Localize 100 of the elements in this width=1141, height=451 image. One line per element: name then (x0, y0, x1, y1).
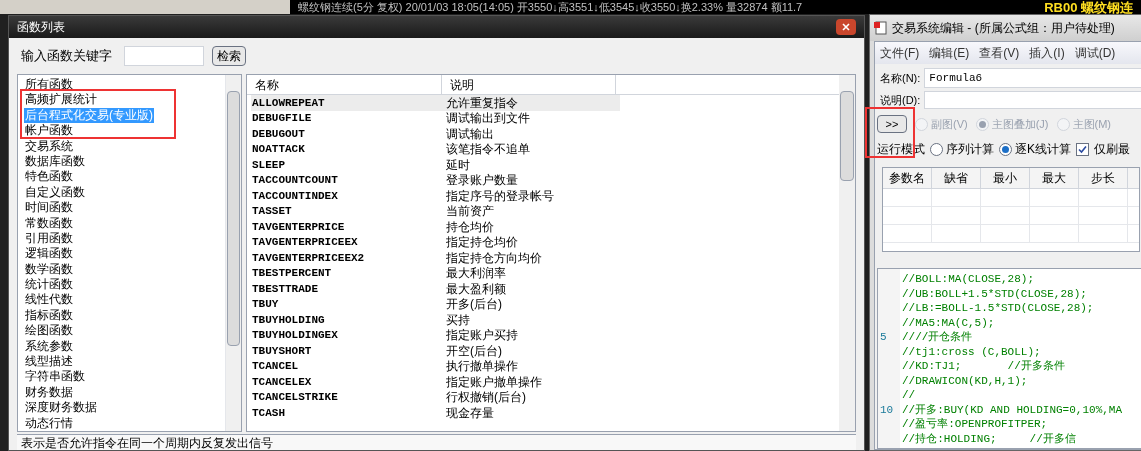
function-name: TCANCEL (251, 359, 300, 374)
category-item[interactable]: 线型描述 (24, 354, 74, 370)
radio-button[interactable] (930, 142, 943, 156)
category-item[interactable]: 数据库函数 (24, 153, 86, 170)
close-icon (842, 23, 850, 31)
function-description: 持仓均价 (446, 218, 494, 236)
function-name: TCANCELEX (251, 374, 313, 390)
column-header[interactable]: 参数名 (883, 168, 932, 188)
function-row[interactable]: TAVGENTERPRICEEX2 指定持仓方向均价 (251, 250, 620, 266)
function-description: 调试输出到文件 (446, 110, 530, 128)
function-name: TBUYHOLDINGEX (251, 328, 339, 343)
function-row[interactable]: ALLOWREPEAT 允许重复指令 (251, 95, 620, 111)
function-name: DEBUGOUT (251, 126, 306, 142)
scrollbar[interactable] (839, 75, 855, 431)
column-header[interactable]: 步长 (1079, 168, 1128, 188)
category-item[interactable]: 财务数据 (24, 384, 74, 401)
symbol-text: RB00 螺纹钢连 (1044, 0, 1133, 14)
function-row[interactable]: TCANCELEX 指定账户撤单操作 (251, 374, 620, 390)
code-line: //tj1:cross (C,BOLL); (902, 344, 1042, 359)
category-item[interactable]: 高频扩展统计 (24, 92, 98, 108)
function-row[interactable]: TBUY 开多(后台) (251, 296, 620, 312)
category-item[interactable]: 动态行情 (24, 415, 74, 431)
code-editor[interactable] (877, 268, 1141, 449)
function-row[interactable]: TBUYHOLDING 买持 (251, 312, 620, 328)
scrollbar[interactable] (225, 75, 241, 431)
column-header[interactable]: 名称 (247, 75, 442, 94)
category-item[interactable]: 逻辑函数 (24, 246, 74, 262)
menu-item[interactable]: 编辑(E) (929, 44, 970, 62)
category-item[interactable]: 常数函数 (24, 215, 74, 231)
expand-button[interactable]: >> (877, 115, 907, 133)
quote-text: 螺纹钢连续(5分 复权) 20/01/03 18:05(14:05) 开3550↓高3551↓低3545↓收3550↓换2.33% 量32874 额11.7 (298, 1, 803, 13)
description-field[interactable] (924, 91, 1141, 109)
name-label: 名称(N): (880, 70, 921, 86)
menu-item[interactable]: 调试(D) (1074, 44, 1116, 62)
category-item[interactable]: 帐户函数 (24, 123, 74, 139)
function-row[interactable]: TACCOUNTCOUNT 登录账户数量 (251, 172, 620, 188)
category-item[interactable]: 引用函数 (24, 230, 74, 247)
document-icon (874, 21, 888, 35)
function-row[interactable]: TACCOUNTINDEX 指定序号的登录帐号 (251, 188, 620, 204)
menu-item[interactable]: 插入(I) (1029, 44, 1065, 62)
radio-button[interactable] (999, 142, 1012, 156)
function-row[interactable]: NOATTACK 该笔指令不追单 (251, 141, 620, 157)
function-row[interactable]: TAVGENTERPRICE 持仓均价 (251, 219, 620, 235)
function-description: 最大利润率 (446, 265, 506, 283)
category-item[interactable]: 数学函数 (24, 261, 74, 278)
function-name: TAVGENTERPRICEEX2 (251, 250, 366, 266)
line-number: 5 (879, 330, 888, 345)
category-item[interactable]: 系统参数 (24, 338, 74, 355)
function-description: 指定账户买持 (446, 327, 518, 345)
function-row[interactable]: DEBUGOUT 调试输出 (251, 126, 620, 142)
column-header[interactable]: 说明 (442, 75, 616, 94)
function-name: TACCOUNTINDEX (251, 188, 339, 204)
function-name: TBUYSHORT (251, 343, 313, 359)
function-name: TAVGENTERPRICEEX (251, 235, 359, 250)
category-item[interactable]: 特色函数 (24, 169, 74, 185)
function-description: 允许重复指令 (446, 94, 518, 112)
function-row[interactable]: TASSET 当前资产 (251, 203, 620, 219)
search-field[interactable] (124, 46, 204, 66)
category-item[interactable]: 绘图函数 (24, 323, 74, 339)
function-name: SLEEP (251, 157, 286, 173)
code-line: //DRAWICON(KD,H,1); (902, 373, 1029, 388)
menu-item[interactable]: 文件(F) (880, 44, 920, 62)
search-label: 输入函数关键字 (21, 47, 112, 66)
function-name: TCANCELSTRIKE (251, 390, 339, 405)
category-item[interactable]: 自定义函数 (24, 184, 86, 201)
function-description: 指定序号的登录帐号 (446, 187, 554, 205)
function-row[interactable]: TBESTPERCENT 最大利润率 (251, 265, 620, 281)
category-item[interactable]: 线性代数 (24, 292, 74, 308)
category-item[interactable]: 交易系统 (24, 138, 74, 154)
category-item[interactable]: 时间函数 (24, 200, 74, 216)
function-row[interactable]: SLEEP 延时 (251, 157, 620, 173)
close-button[interactable] (836, 19, 856, 35)
search-button[interactable]: 检索 (212, 46, 246, 66)
checkbox[interactable] (1076, 142, 1089, 156)
category-item[interactable]: 深度财务数据 (24, 400, 98, 416)
function-name: TASSET (251, 204, 293, 219)
function-row[interactable]: TCANCELSTRIKE 行权撤销(后台) (251, 389, 620, 405)
column-header[interactable]: 最小 (981, 168, 1030, 188)
function-name: NOATTACK (251, 142, 306, 157)
category-item[interactable]: 统计函数 (24, 277, 74, 293)
code-line: //UB:BOLL+1.5*STD(CLOSE,28); (902, 286, 1088, 301)
category-item[interactable]: 指标函数 (24, 307, 74, 324)
column-header[interactable]: 最大 (1030, 168, 1079, 188)
function-row[interactable]: DEBUGFILE 调试输出到文件 (251, 110, 620, 126)
function-row[interactable]: TCANCEL 执行撤单操作 (251, 358, 620, 374)
function-row[interactable]: TBESTTRADE 最大盈利额 (251, 281, 620, 297)
function-row[interactable]: TBUYHOLDINGEX 指定账户买持 (251, 327, 620, 343)
function-row[interactable]: TBUYSHORT 开空(后台) (251, 343, 620, 359)
menu-item[interactable]: 查看(V) (979, 44, 1020, 62)
category-item[interactable]: 字符串函数 (24, 369, 86, 385)
function-row[interactable]: TCASH 现金存量 (251, 405, 620, 421)
category-item[interactable]: 所有函数 (24, 77, 74, 93)
column-header[interactable]: 缺省 (932, 168, 981, 188)
function-description: 指定持仓均价 (446, 234, 518, 252)
function-row[interactable]: TAVGENTERPRICEEX 指定持仓均价 (251, 234, 620, 250)
name-field[interactable]: Formula6 (924, 68, 1141, 88)
code-line: //开多:BUY(KD AND HOLDING=0,10%,MA (902, 402, 1123, 417)
description-label: 说明(D): (880, 92, 921, 108)
code-line: // (902, 388, 917, 403)
window-title: 函数列表 (17, 19, 65, 36)
